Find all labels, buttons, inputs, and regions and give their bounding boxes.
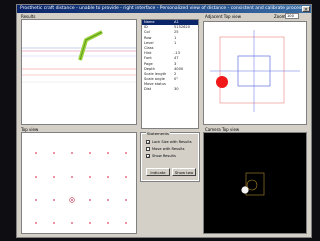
results-plot (22, 30, 136, 83)
show-two-button[interactable]: Show two (172, 168, 196, 176)
adjacent-view-canvas (210, 30, 300, 112)
move-checkbox-row[interactable]: Move with Results (146, 147, 185, 152)
camera-spot (241, 186, 249, 194)
lock-size-label: Lock Size with Results (152, 140, 192, 144)
top-view-panel (21, 132, 137, 234)
show-results-checkbox-row[interactable]: ✓ Show Results (146, 154, 176, 159)
close-button[interactable]: × (302, 6, 310, 13)
camera-view-panel (203, 132, 307, 234)
options-group: Statements ✓ Lock Size with Results Move … (140, 131, 200, 182)
move-label: Move with Results (152, 147, 185, 151)
results-plot-panel (21, 19, 137, 125)
show-results-checkbox[interactable]: ✓ (146, 154, 150, 159)
adjacent-view-panel (203, 21, 307, 125)
properties-list[interactable]: Name A1 ID 5152620 Col 25 Row 1 Level 1 Class… (141, 19, 199, 129)
options-group-title: Statements (146, 131, 170, 136)
camera-view-canvas (241, 172, 265, 196)
zoom-field[interactable]: 100 (285, 13, 299, 19)
probe-marker (216, 76, 228, 88)
top-view-grid (35, 152, 127, 224)
indicate-button[interactable]: Indicate (146, 168, 170, 176)
zoom-label: Zoom (274, 14, 286, 19)
lock-size-checkbox[interactable]: ✓ (146, 140, 150, 145)
adjacent-view-label: Adjacent Top view (205, 14, 242, 19)
move-checkbox[interactable] (146, 147, 150, 151)
window-title: Prosthetic craft distance - unable to pr… (17, 5, 311, 13)
show-results-label: Show Results (152, 154, 176, 158)
property-row[interactable]: Dist 30 (142, 87, 198, 92)
lock-size-checkbox-row[interactable]: ✓ Lock Size with Results (146, 140, 192, 145)
main-window: Prosthetic craft distance - unable to pr… (16, 4, 312, 238)
